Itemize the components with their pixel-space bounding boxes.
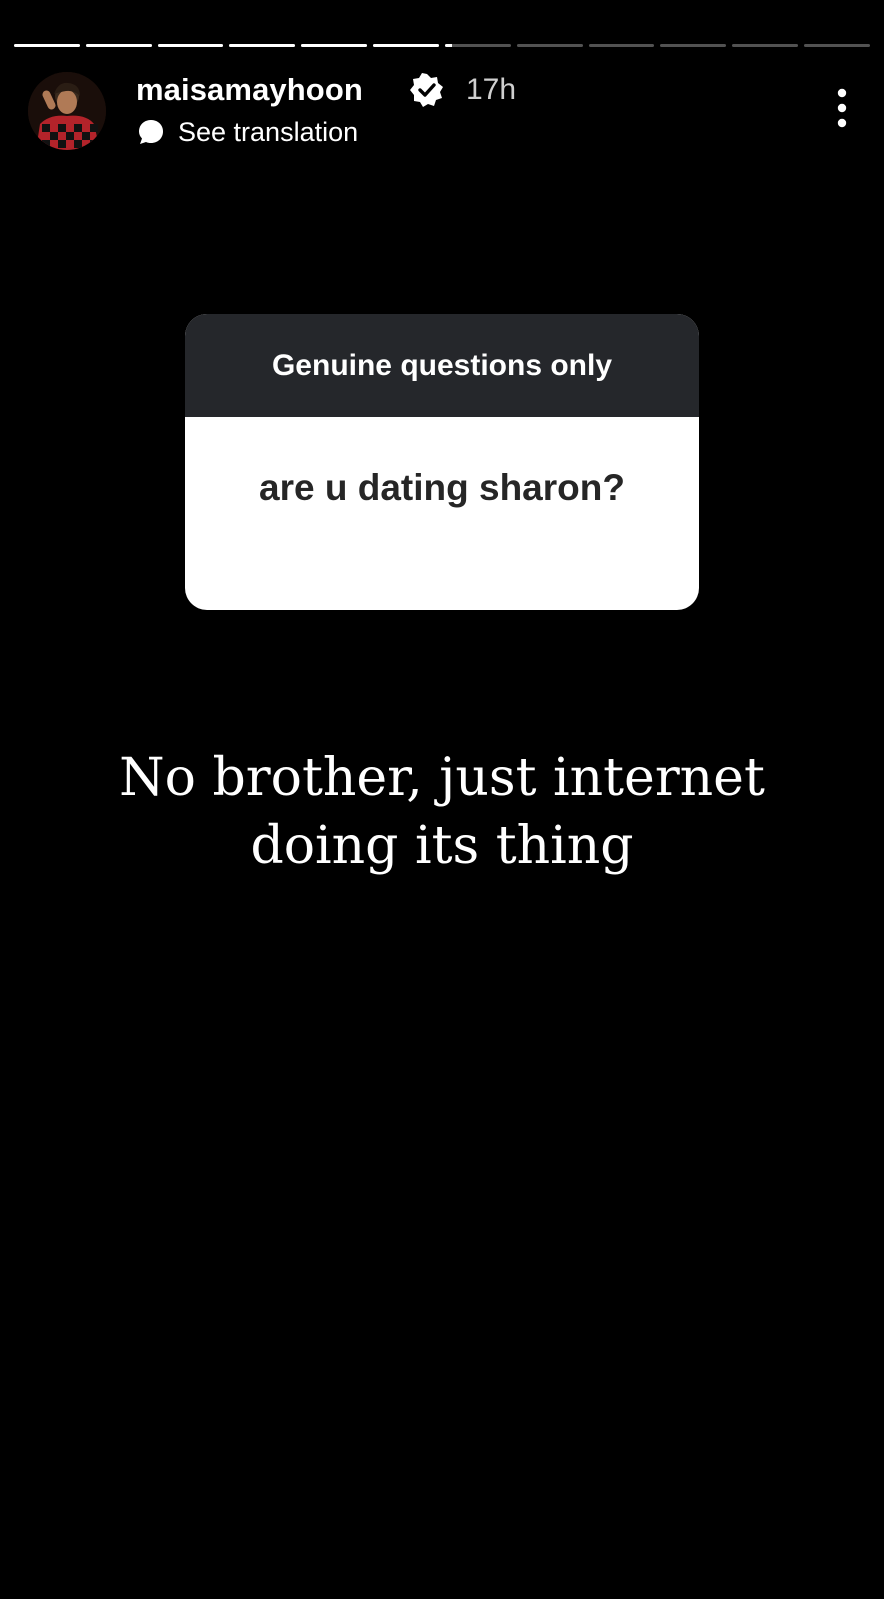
progress-segment	[85, 44, 152, 47]
avatar-photo	[28, 72, 106, 150]
progress-segment	[516, 44, 583, 47]
progress-segment-fill	[229, 44, 296, 47]
question-sticker-header: Genuine questions only	[185, 314, 699, 417]
speech-bubble-icon	[139, 120, 163, 144]
progress-segment	[660, 44, 727, 47]
progress-segment	[229, 44, 296, 47]
progress-segment-fill	[301, 44, 368, 47]
question-sticker-body: are u dating sharon?	[185, 417, 699, 509]
progress-segment-fill	[444, 44, 452, 47]
progress-segment	[444, 44, 511, 47]
story-header: maisamayhoon 17h See translation	[28, 70, 864, 154]
post-time: 17h	[466, 73, 517, 106]
verified-badge-icon	[410, 73, 443, 107]
question-text: are u dating sharon?	[259, 467, 625, 508]
story-progress-bar	[14, 44, 870, 48]
reply-text: No brother, just internet doing its thin…	[60, 744, 824, 880]
progress-segment	[301, 44, 368, 47]
see-translation-button[interactable]: See translation	[136, 116, 358, 148]
reply-text-line-1: No brother, just internet	[119, 748, 765, 808]
reply-text-line-2: doing its thing	[250, 816, 634, 876]
question-sticker[interactable]: Genuine questions only are u dating shar…	[185, 314, 699, 610]
question-prompt: Genuine questions only	[271, 348, 613, 382]
progress-segment-fill	[85, 44, 152, 47]
progress-segment-fill	[14, 44, 80, 47]
progress-segment	[804, 44, 870, 47]
story-viewer[interactable]: maisamayhoon 17h See translation Genuine…	[0, 0, 884, 1599]
progress-segment	[732, 44, 799, 47]
progress-segment-fill	[373, 44, 439, 47]
progress-segment	[157, 44, 224, 47]
username[interactable]: maisamayhoon	[136, 72, 363, 108]
avatar[interactable]	[28, 72, 106, 150]
see-translation-label: See translation	[178, 116, 359, 147]
progress-segment	[373, 44, 439, 47]
progress-segment	[14, 44, 80, 47]
progress-segment-fill	[157, 44, 224, 47]
more-options-icon[interactable]	[830, 88, 854, 128]
progress-segment	[588, 44, 655, 47]
